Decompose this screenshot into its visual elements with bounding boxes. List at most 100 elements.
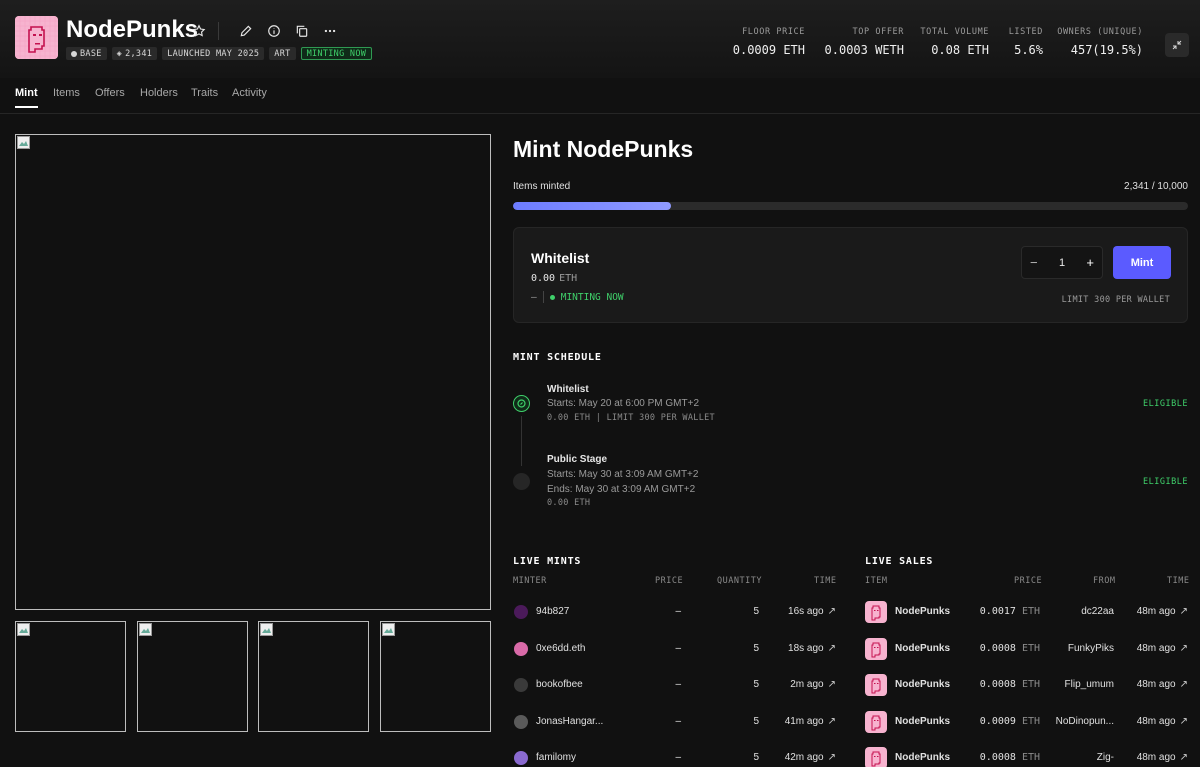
minter-avatar[interactable] xyxy=(514,714,528,729)
schedule-stage-meta: 0.00 ETH | LIMIT 300 PER WALLET xyxy=(547,413,715,423)
item-thumbnail[interactable] xyxy=(865,637,887,660)
collection-tabs: Mint Items Offers Holders Traits Activit… xyxy=(0,78,1200,114)
mint-time-link[interactable]: 16s ago ↗ xyxy=(788,606,836,617)
table-row: JonasHangar... – 5 41m ago ↗ NodePunks 0.0009 … xyxy=(0,709,1200,739)
category-badge: ART xyxy=(269,47,296,60)
minter-name[interactable]: 0xe6dd.eth xyxy=(536,643,586,654)
external-link-icon: ↗ xyxy=(827,679,836,690)
sale-from[interactable]: dc22aa xyxy=(1081,606,1114,617)
sale-from[interactable]: Zig- xyxy=(1097,752,1114,763)
mint-schedule-heading: MINT SCHEDULE xyxy=(513,352,602,363)
sale-from[interactable]: NoDinopun... xyxy=(1056,716,1114,727)
item-thumbnail[interactable] xyxy=(865,601,887,623)
tab-mint[interactable]: Mint xyxy=(15,87,38,108)
schedule-stage-start: Starts: May 20 at 6:00 PM GMT+2 xyxy=(547,398,700,409)
live-mints-heading: LIVE MINTS xyxy=(513,556,582,567)
launch-badge: LAUNCHED MAY 2025 xyxy=(162,47,265,60)
external-link-icon: ↗ xyxy=(1179,752,1188,763)
eligibility-status: ELIGIBLE xyxy=(1143,399,1188,409)
more-icon[interactable] xyxy=(321,22,339,40)
mint-time-link[interactable]: 2m ago ↗ xyxy=(790,679,836,690)
schedule-stage-name: Public Stage xyxy=(547,454,608,465)
col-time: TIME xyxy=(1167,576,1190,586)
sale-item-name[interactable]: NodePunks xyxy=(895,716,950,727)
minter-avatar[interactable] xyxy=(514,751,528,765)
sale-item-name[interactable]: NodePunks xyxy=(895,643,950,654)
tab-offers[interactable]: Offers xyxy=(95,87,125,99)
collection-badges: BASE ◈ 2,341 LAUNCHED MAY 2025 ART MINTIN… xyxy=(66,47,373,60)
collection-header: NodePunks BASE ◈ 2,341 LAUNCHED MAY 2025 … xyxy=(0,0,1200,78)
mint-quantity: 5 xyxy=(753,606,759,617)
items-minted-value: 2,341 / 10,000 xyxy=(1124,181,1188,192)
live-sales-heading: LIVE SALES xyxy=(865,556,934,567)
minter-name[interactable]: 94b827 xyxy=(536,606,569,617)
table-row: 94b827 – 5 16s ago ↗ NodePunks 0.0017 ETH dc22a… xyxy=(0,599,1200,629)
sale-time-link[interactable]: 48m ago ↗ xyxy=(1137,643,1188,654)
quantity-value[interactable]: 1 xyxy=(1059,257,1065,269)
stat-floor-price: FLOOR PRICE 0.0009 ETH xyxy=(732,27,805,57)
mint-progress-bar xyxy=(513,202,1188,210)
minter-avatar[interactable] xyxy=(514,678,528,692)
mint-time-link[interactable]: 42m ago ↗ xyxy=(785,752,836,763)
sale-item-name[interactable]: NodePunks xyxy=(895,606,950,617)
minter-avatar[interactable] xyxy=(514,641,528,656)
items-minted-label: Items minted xyxy=(513,181,571,192)
external-link-icon: ↗ xyxy=(827,642,836,654)
table-row: bookofbee – 5 2m ago ↗ NodePunks 0.0008 ETH Fli… xyxy=(0,672,1200,702)
item-thumbnail[interactable] xyxy=(865,674,887,696)
mint-time-link[interactable]: 41m ago ↗ xyxy=(785,716,836,727)
sale-from[interactable]: Flip_umum xyxy=(1065,679,1114,690)
chain-badge: BASE xyxy=(66,47,107,60)
sale-time-link[interactable]: 48m ago ↗ xyxy=(1137,606,1188,617)
sale-time-link[interactable]: 48m ago ↗ xyxy=(1137,679,1188,690)
mint-button[interactable]: Mint xyxy=(1113,246,1171,279)
sale-time-link[interactable]: 48m ago ↗ xyxy=(1137,752,1188,763)
main-preview-image[interactable] xyxy=(15,134,491,610)
sale-price: 0.0008 ETH xyxy=(979,642,1040,654)
minter-avatar[interactable] xyxy=(514,605,528,619)
stat-top-offer: TOP OFFER 0.0003 WETH xyxy=(824,27,904,57)
info-icon[interactable] xyxy=(265,22,283,40)
tab-traits[interactable]: Traits xyxy=(191,87,218,99)
stat-owners: OWNERS (UNIQUE) 457(19.5%) xyxy=(1057,27,1143,57)
tab-items[interactable]: Items xyxy=(53,87,80,99)
col-price: PRICE xyxy=(655,576,684,586)
mint-quantity: 5 xyxy=(753,642,759,654)
wallet-limit: LIMIT 300 PER WALLET xyxy=(1061,295,1170,305)
edit-icon[interactable] xyxy=(237,22,255,40)
sale-from[interactable]: FunkyPiks xyxy=(1068,643,1114,654)
mint-price: – xyxy=(675,606,681,617)
decrement-button[interactable]: − xyxy=(1030,255,1038,270)
quantity-stepper: − 1 + xyxy=(1021,246,1103,279)
sale-time-link[interactable]: 48m ago ↗ xyxy=(1137,716,1188,727)
sale-item-name[interactable]: NodePunks xyxy=(895,752,950,763)
stat-total-volume: TOTAL VOLUME 0.08 ETH xyxy=(920,27,989,57)
table-row: familomy – 5 42m ago ↗ NodePunks 0.0008 ETH Zig… xyxy=(0,745,1200,767)
layers-icon: ◈ xyxy=(116,48,123,59)
minter-name[interactable]: JonasHangar... xyxy=(536,716,603,727)
sale-price: 0.0017 ETH xyxy=(979,606,1040,617)
tab-holders[interactable]: Holders xyxy=(140,87,178,99)
increment-button[interactable]: + xyxy=(1086,255,1094,270)
col-minter: MINTER xyxy=(513,576,547,586)
schedule-stage-start: Starts: May 30 at 3:09 AM GMT+2 xyxy=(547,469,699,480)
minter-name[interactable]: familomy xyxy=(536,752,576,763)
live-dot-icon xyxy=(549,294,555,300)
item-thumbnail[interactable] xyxy=(865,710,887,733)
col-quantity: QUANTITY xyxy=(717,576,762,586)
external-link-icon: ↗ xyxy=(1179,715,1188,727)
supply-badge: ◈ 2,341 xyxy=(111,47,158,60)
mint-price: – xyxy=(675,679,681,690)
col-from: FROM xyxy=(1093,576,1116,586)
tab-activity[interactable]: Activity xyxy=(232,87,267,99)
item-thumbnail[interactable] xyxy=(865,747,887,767)
sale-item-name[interactable]: NodePunks xyxy=(895,679,950,690)
star-icon[interactable] xyxy=(190,22,208,40)
copy-icon[interactable] xyxy=(293,22,311,40)
minter-name[interactable]: bookofbee xyxy=(536,679,583,690)
col-price: PRICE xyxy=(1014,576,1043,586)
mint-time-link[interactable]: 18s ago ↗ xyxy=(788,643,836,654)
stage-name: Whitelist xyxy=(531,250,590,266)
schedule-connector xyxy=(521,416,522,466)
collapse-header-button[interactable] xyxy=(1165,33,1189,57)
